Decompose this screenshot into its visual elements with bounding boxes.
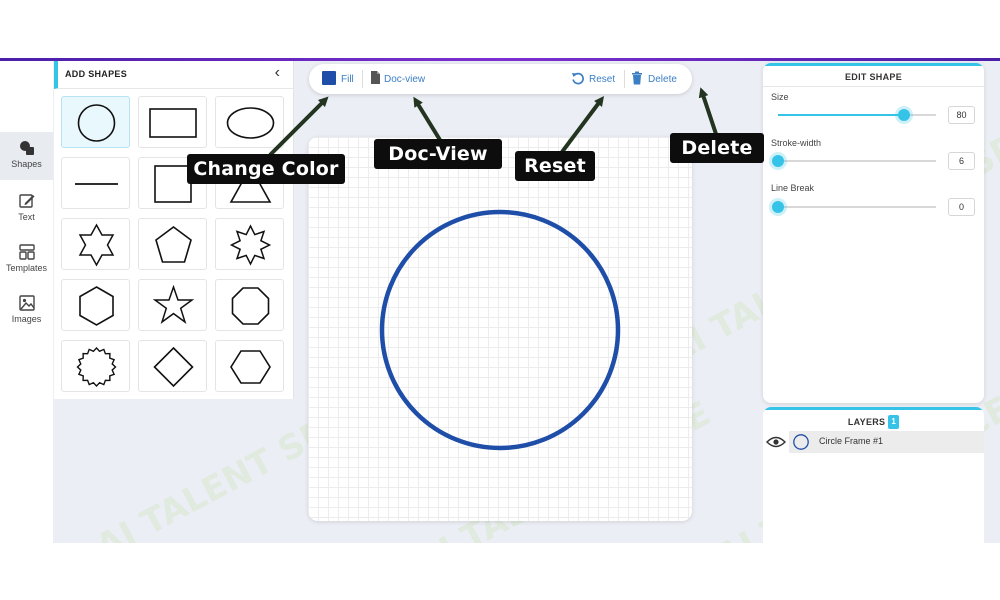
shape-option-horizontal-hexagon[interactable] [215,340,284,392]
callout-change-color: Change Color [187,154,345,184]
five-point-star-icon [152,284,195,324]
shape-toolbar: Fill Doc-view Reset Delete [309,64,692,94]
toolbar-divider [624,70,625,88]
shape-option-circle[interactable] [61,96,130,148]
document-icon [371,71,380,84]
templates-icon [18,244,35,260]
callout-reset: Reset [515,151,595,181]
docview-label: Doc-view [384,74,426,85]
callout-doc-view: Doc-View [374,139,502,169]
screenshot-stage: AI TALENT SPACE AI TALENT SPACE AI TALEN… [0,0,1000,600]
stroke-width-value-input[interactable]: 6 [948,152,975,170]
layers-header: LAYERS 1 [763,407,984,429]
nav-item-text[interactable]: Text [0,185,53,233]
image-icon [18,295,35,311]
horizontal-hexagon-icon [230,350,271,384]
edit-shape-title: EDIT SHAPE [763,63,984,87]
line-break-slider-thumb[interactable] [772,201,784,213]
rectangle-shape-icon [149,108,197,138]
shape-option-eight-point-star[interactable] [215,218,284,270]
fill-button[interactable]: Fill [322,71,354,87]
shape-option-badge[interactable] [61,340,130,392]
line-shape-icon [75,183,118,185]
shape-option-six-point-star[interactable] [61,218,130,270]
panel-title: ADD SHAPES [65,69,128,79]
badge-shape-icon [76,346,117,388]
canvas-drawing [379,209,621,451]
design-canvas[interactable] [308,137,692,521]
delete-label: Delete [648,74,677,85]
layer-name: Circle Frame #1 [819,436,884,446]
nav-item-label: Templates [5,263,48,273]
reset-label: Reset [589,74,616,85]
layers-panel: LAYERS 1 Circle Frame #1 [763,407,984,543]
docview-button[interactable]: Doc-view [370,71,425,87]
line-break-label: Line Break [771,183,815,193]
shape-option-rectangle[interactable] [138,96,207,148]
stroke-width-slider[interactable] [772,155,936,167]
six-point-star-icon [78,223,115,267]
delete-button[interactable]: Delete [631,71,677,87]
diamond-shape-icon [153,346,194,388]
callout-delete: Delete [670,133,764,163]
stroke-width-slider-thumb[interactable] [772,155,784,167]
layers-count-badge: 1 [888,415,900,429]
size-slider[interactable] [778,109,936,121]
shapes-icon [19,141,34,155]
circle-frame-shape[interactable] [379,209,621,451]
hexagon-shape-icon [79,286,114,326]
line-break-slider[interactable] [772,201,936,213]
edit-shape-panel: EDIT SHAPE Size 80 Stroke-width 6 Line B… [763,63,984,403]
fill-label: Fill [341,74,354,85]
layer-row[interactable]: Circle Frame #1 [763,431,984,453]
nav-item-label: Shapes [11,159,42,169]
left-nav-rail: Shapes Text Templates Images [0,61,53,543]
size-label: Size [771,92,789,102]
design-editor-app: AI TALENT SPACE AI TALENT SPACE AI TALEN… [0,58,1000,543]
shape-option-five-point-star[interactable] [138,279,207,331]
shape-option-octagon[interactable] [215,279,284,331]
shape-option-ellipse[interactable] [215,96,284,148]
size-value-input[interactable]: 80 [948,106,975,124]
add-shapes-panel: ADD SHAPES ‹ [54,61,294,399]
pentagon-shape-icon [155,226,192,263]
circle-shape-icon [77,104,116,142]
layers-title: LAYERS [847,417,886,427]
octagon-shape-icon [231,287,270,325]
ellipse-shape-icon [226,107,275,139]
shape-option-hexagon[interactable] [61,279,130,331]
trash-icon [632,71,642,85]
nav-item-templates[interactable]: Templates [0,236,53,284]
reset-button[interactable]: Reset [571,71,615,87]
nav-item-label: Images [11,314,42,324]
fill-color-swatch [322,71,336,85]
size-slider-thumb[interactable] [898,109,911,121]
shape-option-pentagon[interactable] [138,218,207,270]
edit-pencil-icon [18,194,34,208]
circle-layer-thumbnail-icon [793,434,809,450]
eye-icon[interactable] [766,435,786,449]
stroke-width-label: Stroke-width [771,138,822,148]
shape-option-diamond[interactable] [138,340,207,392]
shape-option-line[interactable] [61,157,130,209]
size-slider-fill [778,114,905,116]
nav-item-shapes[interactable]: Shapes [0,132,53,180]
toolbar-divider [362,70,363,88]
line-break-value-input[interactable]: 0 [948,198,975,216]
nav-item-images[interactable]: Images [0,287,53,335]
chevron-left-icon[interactable]: ‹ [275,64,280,82]
nav-item-label: Text [18,212,35,222]
eight-point-star-icon [229,224,272,266]
reset-icon [572,72,584,85]
panel-header: ADD SHAPES ‹ [54,61,294,89]
